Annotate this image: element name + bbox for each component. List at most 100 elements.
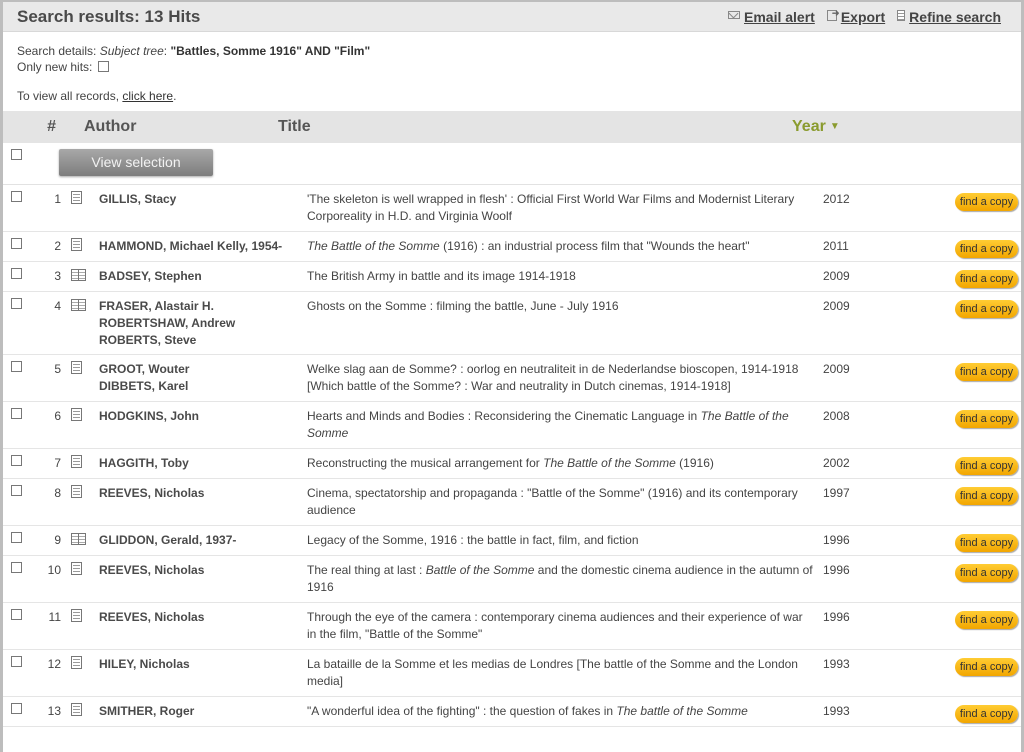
result-title[interactable]: La bataille de la Somme et les medias de…: [307, 650, 815, 696]
result-checkbox[interactable]: [11, 408, 22, 419]
find-a-copy-button[interactable]: find a copy: [955, 705, 1018, 723]
author-name[interactable]: HODGKINS, John: [99, 408, 304, 425]
document-icon: [71, 656, 82, 674]
author-name[interactable]: HAGGITH, Toby: [99, 455, 304, 472]
author-name[interactable]: FRASER, Alastair H.: [99, 298, 304, 315]
result-checkbox[interactable]: [11, 298, 22, 309]
result-title[interactable]: Cinema, spectatorship and propaganda : "…: [307, 479, 815, 525]
select-all-checkbox[interactable]: [11, 149, 22, 160]
find-a-copy-button[interactable]: find a copy: [955, 564, 1018, 582]
document-icon-glyph: [71, 703, 82, 716]
title-segment: (1916) : an industrial process film that…: [439, 239, 750, 253]
book-icon: [71, 298, 86, 316]
result-checkbox[interactable]: [11, 455, 22, 466]
result-checkbox[interactable]: [11, 485, 22, 496]
result-row: 10 REEVES, Nicholas The real thing at last…: [3, 556, 1021, 603]
result-number: 12: [47, 657, 61, 671]
page-title: Search results: 13 Hits: [17, 6, 201, 26]
refine-search-link[interactable]: Refine search: [897, 9, 1001, 25]
find-a-copy-button[interactable]: find a copy: [955, 410, 1018, 428]
search-details-line: Search details: Subject tree: "Battles, …: [17, 44, 371, 58]
find-a-copy-button[interactable]: find a copy: [955, 270, 1018, 288]
document-icon: [71, 703, 82, 721]
email-alert-link[interactable]: Email alert: [728, 9, 815, 25]
view-selection-button[interactable]: View selection: [59, 149, 213, 176]
find-a-copy-button[interactable]: find a copy: [955, 457, 1018, 475]
title-segment: Legacy of the Somme, 1916 : the battle i…: [307, 533, 639, 547]
find-a-copy-button[interactable]: find a copy: [955, 300, 1018, 318]
email-alert-label: Email alert: [744, 8, 815, 25]
author-name[interactable]: HAMMOND, Michael Kelly, 1954-: [99, 238, 304, 255]
book-icon-glyph: [71, 299, 86, 311]
result-authors: GROOT, Wouter DIBBETS, Karel: [99, 361, 304, 395]
view-all-link[interactable]: click here: [122, 89, 173, 103]
author-name[interactable]: GROOT, Wouter: [99, 361, 304, 378]
result-checkbox[interactable]: [11, 361, 22, 372]
result-title[interactable]: The British Army in battle and its image…: [307, 262, 815, 291]
view-all-prefix: To view all records,: [17, 89, 120, 103]
result-title[interactable]: 'The skeleton is well wrapped in flesh' …: [307, 185, 815, 231]
result-year: 1996: [823, 563, 850, 577]
author-name[interactable]: BADSEY, Stephen: [99, 268, 304, 285]
result-title[interactable]: Through the eye of the camera : contempo…: [307, 603, 815, 649]
result-authors: REEVES, Nicholas: [99, 609, 304, 626]
result-title[interactable]: "A wonderful idea of the fighting" : the…: [307, 697, 815, 726]
result-checkbox[interactable]: [11, 191, 22, 202]
find-a-copy-button[interactable]: find a copy: [955, 487, 1018, 505]
result-title[interactable]: Reconstructing the musical arrangement f…: [307, 449, 815, 478]
author-name[interactable]: REEVES, Nicholas: [99, 485, 304, 502]
result-checkbox[interactable]: [11, 238, 22, 249]
document-icon: [71, 191, 82, 209]
result-checkbox[interactable]: [11, 532, 22, 543]
column-author[interactable]: Author: [70, 118, 278, 136]
title-segment: The real thing at last :: [307, 563, 426, 577]
column-year-sort[interactable]: Year ▼: [792, 118, 840, 136]
title-segment: Cinema, spectatorship and propaganda : "…: [307, 486, 798, 517]
document-icon: [71, 562, 82, 580]
result-year: 2011: [823, 239, 849, 253]
author-name[interactable]: DIBBETS, Karel: [99, 378, 304, 395]
document-icon-glyph: [71, 609, 82, 622]
title-segment: (1916): [675, 456, 714, 470]
book-icon-glyph: [71, 269, 86, 281]
author-name[interactable]: REEVES, Nicholas: [99, 562, 304, 579]
result-checkbox[interactable]: [11, 703, 22, 714]
column-title[interactable]: Title: [278, 118, 792, 136]
document-icon: [71, 361, 82, 379]
result-checkbox[interactable]: [11, 268, 22, 279]
result-title[interactable]: The Battle of the Somme (1916) : an indu…: [307, 232, 815, 261]
result-checkbox[interactable]: [11, 562, 22, 573]
find-a-copy-button[interactable]: find a copy: [955, 534, 1018, 552]
envelope-icon: [728, 10, 740, 19]
result-title[interactable]: Hearts and Minds and Bodies : Reconsider…: [307, 402, 815, 448]
export-link[interactable]: Export: [826, 8, 885, 25]
author-name[interactable]: REEVES, Nicholas: [99, 609, 304, 626]
result-number: 4: [54, 299, 61, 313]
result-title[interactable]: Welke slag aan de Somme? : oorlog en neu…: [307, 355, 815, 401]
author-name[interactable]: GILLIS, Stacy: [99, 191, 304, 208]
result-authors: HILEY, Nicholas: [99, 656, 304, 673]
title-segment: 'The skeleton is well wrapped in flesh' …: [307, 192, 795, 223]
result-title[interactable]: Legacy of the Somme, 1916 : the battle i…: [307, 526, 815, 555]
result-title[interactable]: The real thing at last : Battle of the S…: [307, 556, 815, 602]
search-query: "Battles, Somme 1916" AND "Film": [170, 44, 371, 58]
find-a-copy-button[interactable]: find a copy: [955, 363, 1018, 381]
document-icon: [71, 485, 82, 503]
author-name[interactable]: SMITHER, Roger: [99, 703, 304, 720]
author-name[interactable]: ROBERTS, Steve: [99, 332, 304, 349]
title-segment: Ghosts on the Somme : filming the battle…: [307, 299, 619, 313]
result-year: 2008: [823, 409, 850, 423]
author-name[interactable]: HILEY, Nicholas: [99, 656, 304, 673]
result-checkbox[interactable]: [11, 656, 22, 667]
find-a-copy-button[interactable]: find a copy: [955, 240, 1018, 258]
document-icon: [71, 455, 82, 473]
only-new-hits-checkbox[interactable]: [97, 61, 109, 72]
author-name[interactable]: ROBERTSHAW, Andrew: [99, 315, 304, 332]
result-checkbox[interactable]: [11, 609, 22, 620]
find-a-copy-button[interactable]: find a copy: [955, 611, 1018, 629]
find-a-copy-button[interactable]: find a copy: [955, 193, 1018, 211]
find-a-copy-button[interactable]: find a copy: [955, 658, 1018, 676]
result-row: 5 GROOT, Wouter DIBBETS, Karel Welke slag a…: [3, 355, 1021, 402]
result-title[interactable]: Ghosts on the Somme : filming the battle…: [307, 292, 815, 321]
author-name[interactable]: GLIDDON, Gerald, 1937-: [99, 532, 304, 549]
